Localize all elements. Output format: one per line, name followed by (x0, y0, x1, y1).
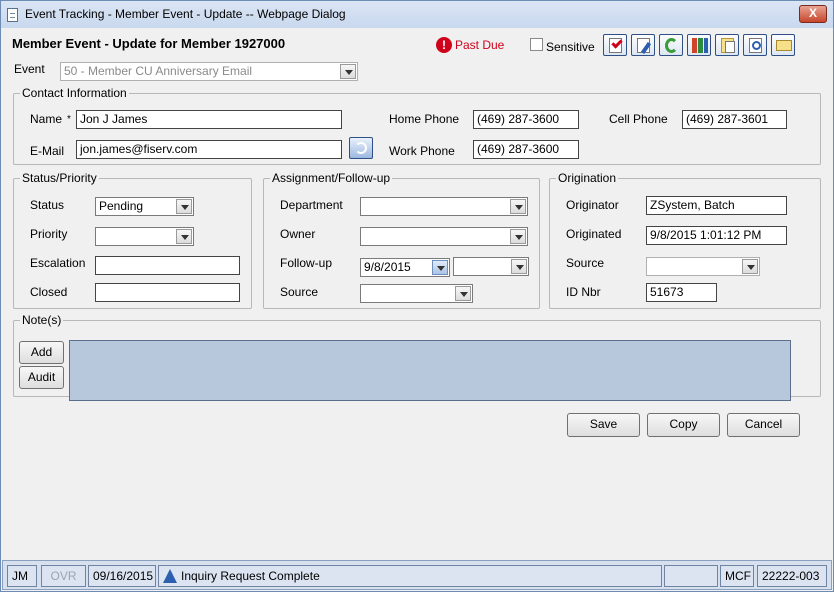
id-nbr-label: ID Nbr (566, 285, 601, 299)
owner-select[interactable] (360, 227, 528, 246)
sensitive-checkbox[interactable] (530, 38, 543, 51)
priority-select[interactable] (95, 227, 194, 246)
department-select[interactable] (360, 197, 528, 216)
cell-phone-field[interactable]: (469) 287-3601 (682, 110, 787, 129)
status-mcf: MCF (720, 565, 754, 587)
title-bar: Event Tracking - Member Event - Update -… (0, 0, 834, 28)
id-nbr-field: 51673 (646, 283, 717, 302)
user-icon (163, 569, 177, 583)
chevron-down-icon (510, 229, 526, 244)
copy-doc-icon[interactable] (715, 34, 739, 56)
closed-field[interactable] (95, 283, 240, 302)
work-phone-field[interactable]: (469) 287-3600 (473, 140, 579, 159)
owner-label: Owner (280, 227, 316, 241)
event-value: 50 - Member CU Anniversary Email (64, 64, 253, 78)
checklist-icon[interactable] (603, 34, 627, 56)
event-label: Event (14, 62, 45, 76)
copy-button[interactable]: Copy (647, 413, 720, 437)
transfer-icon[interactable] (659, 34, 683, 56)
email-icon[interactable] (771, 34, 795, 56)
status-blank (664, 565, 718, 587)
cancel-button[interactable]: Cancel (727, 413, 800, 437)
status-label: Status (30, 198, 65, 212)
email-label: E-Mail (30, 144, 65, 158)
status-bar: JM OVR 09/16/2015 Inquiry Request Comple… (2, 560, 832, 590)
past-due-icon: ! (436, 37, 452, 53)
chevron-down-icon (176, 199, 192, 214)
followup-date-value: 9/8/2015 (364, 260, 411, 274)
status-date: 09/16/2015 (88, 565, 156, 587)
status-message: Inquiry Request Complete (181, 569, 320, 583)
followup-label: Follow-up (280, 256, 333, 270)
assignment-legend: Assignment/Follow-up (270, 171, 393, 185)
cell-phone-label: Cell Phone (609, 112, 668, 126)
chevron-down-icon (455, 286, 471, 301)
books-icon[interactable] (687, 34, 711, 56)
status-ovr: OVR (41, 565, 86, 587)
past-due-label: Past Due (455, 38, 505, 52)
status-value: Pending (99, 199, 144, 213)
home-phone-field[interactable]: (469) 287-3600 (473, 110, 579, 129)
originator-field: ZSystem, Batch (646, 196, 787, 215)
escalation-label: Escalation (30, 256, 86, 270)
priority-label: Priority (30, 227, 68, 241)
contact-legend: Contact Information (20, 86, 129, 100)
followup-date-picker[interactable]: 9/8/2015 (360, 258, 450, 277)
department-label: Department (280, 198, 343, 212)
edit-doc-icon[interactable] (631, 34, 655, 56)
status-user: JM (7, 565, 37, 587)
document-icon (7, 8, 18, 22)
chevron-down-icon (742, 259, 758, 274)
chevron-down-icon (510, 199, 526, 214)
origination-source-select[interactable] (646, 257, 760, 276)
assignment-source-label: Source (280, 285, 319, 299)
origination-source-label: Source (566, 256, 605, 270)
email-field[interactable]: jon.james@fiserv.com (76, 140, 342, 159)
save-button[interactable]: Save (567, 413, 640, 437)
originator-label: Originator (566, 198, 619, 212)
name-label: Name (30, 112, 63, 126)
search-doc-icon[interactable] (743, 34, 767, 56)
work-phone-label: Work Phone (389, 144, 455, 158)
window-title: Event Tracking - Member Event - Update -… (25, 7, 346, 21)
status-code: 22222-003 (757, 565, 827, 587)
assignment-source-select[interactable] (360, 284, 473, 303)
chevron-down-icon (340, 64, 356, 79)
name-field[interactable]: Jon J James (76, 110, 342, 129)
status-message-cell: Inquiry Request Complete (158, 565, 662, 587)
closed-label: Closed (30, 285, 68, 299)
originated-field: 9/8/2015 1:01:12 PM (646, 226, 787, 245)
add-note-button[interactable]: Add (19, 341, 64, 364)
event-select[interactable]: 50 - Member CU Anniversary Email (60, 62, 358, 81)
escalation-field[interactable] (95, 256, 240, 275)
originated-label: Originated (566, 227, 622, 241)
followup-time-select[interactable] (453, 257, 529, 276)
chevron-down-icon (176, 229, 192, 244)
chevron-down-icon (511, 259, 527, 274)
home-phone-label: Home Phone (389, 112, 460, 126)
status-legend: Status/Priority (20, 171, 99, 185)
send-email-button[interactable] (349, 137, 373, 159)
refresh-mail-icon (355, 142, 367, 154)
calendar-dropdown-icon (432, 260, 448, 275)
sensitive-label: Sensitive (546, 40, 595, 54)
close-button[interactable]: X (799, 5, 827, 23)
status-select[interactable]: Pending (95, 197, 194, 216)
origination-legend: Origination (556, 171, 619, 185)
notes-legend: Note(s) (20, 313, 64, 327)
required-mark: * (67, 114, 71, 125)
audit-button[interactable]: Audit (19, 366, 64, 389)
page-title: Member Event - Update for Member 1927000 (12, 36, 286, 51)
notes-area[interactable] (69, 340, 791, 401)
